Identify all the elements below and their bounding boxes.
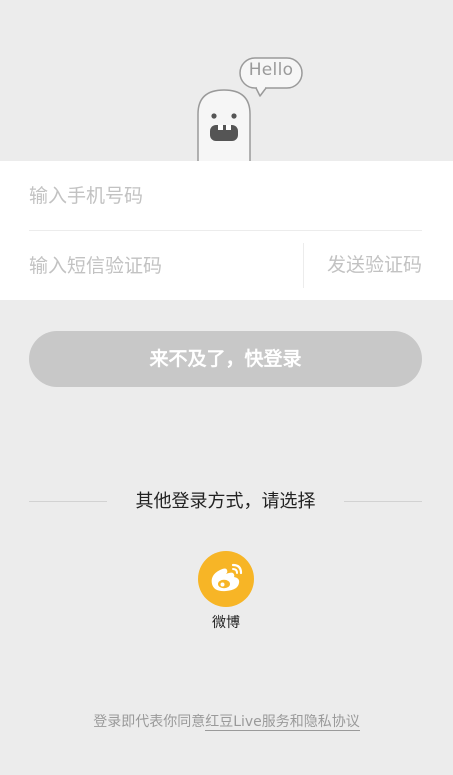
other-login-label: 其他登录方式，请选择 [135,491,316,512]
phone-field-row [29,161,422,231]
mascot-header: Hello [0,0,453,162]
divider-line-right [344,501,422,502]
other-login-divider: 其他登录方式，请选择 [29,488,422,516]
sms-code-input[interactable] [29,254,289,277]
weibo-label: 微博 [212,615,240,631]
agreement-prefix: 登录即代表你同意 [93,714,206,730]
agreement-text: 登录即代表你同意红豆Live服务和隐私协议 [0,711,453,731]
sms-code-field-row: 发送验证码 [29,231,422,300]
weibo-login-button[interactable] [198,551,254,607]
send-code-button[interactable]: 发送验证码 [327,231,422,300]
hello-bubble-text: Hello [248,60,294,80]
agreement-link[interactable]: 红豆Live服务和隐私协议 [205,714,360,731]
login-form-card: 发送验证码 [0,161,453,300]
field-divider [303,243,304,288]
login-button[interactable]: 来不及了，快登录 [29,331,422,387]
phone-input[interactable] [29,184,289,207]
weibo-icon [211,563,243,592]
divider-line-left [29,501,107,502]
